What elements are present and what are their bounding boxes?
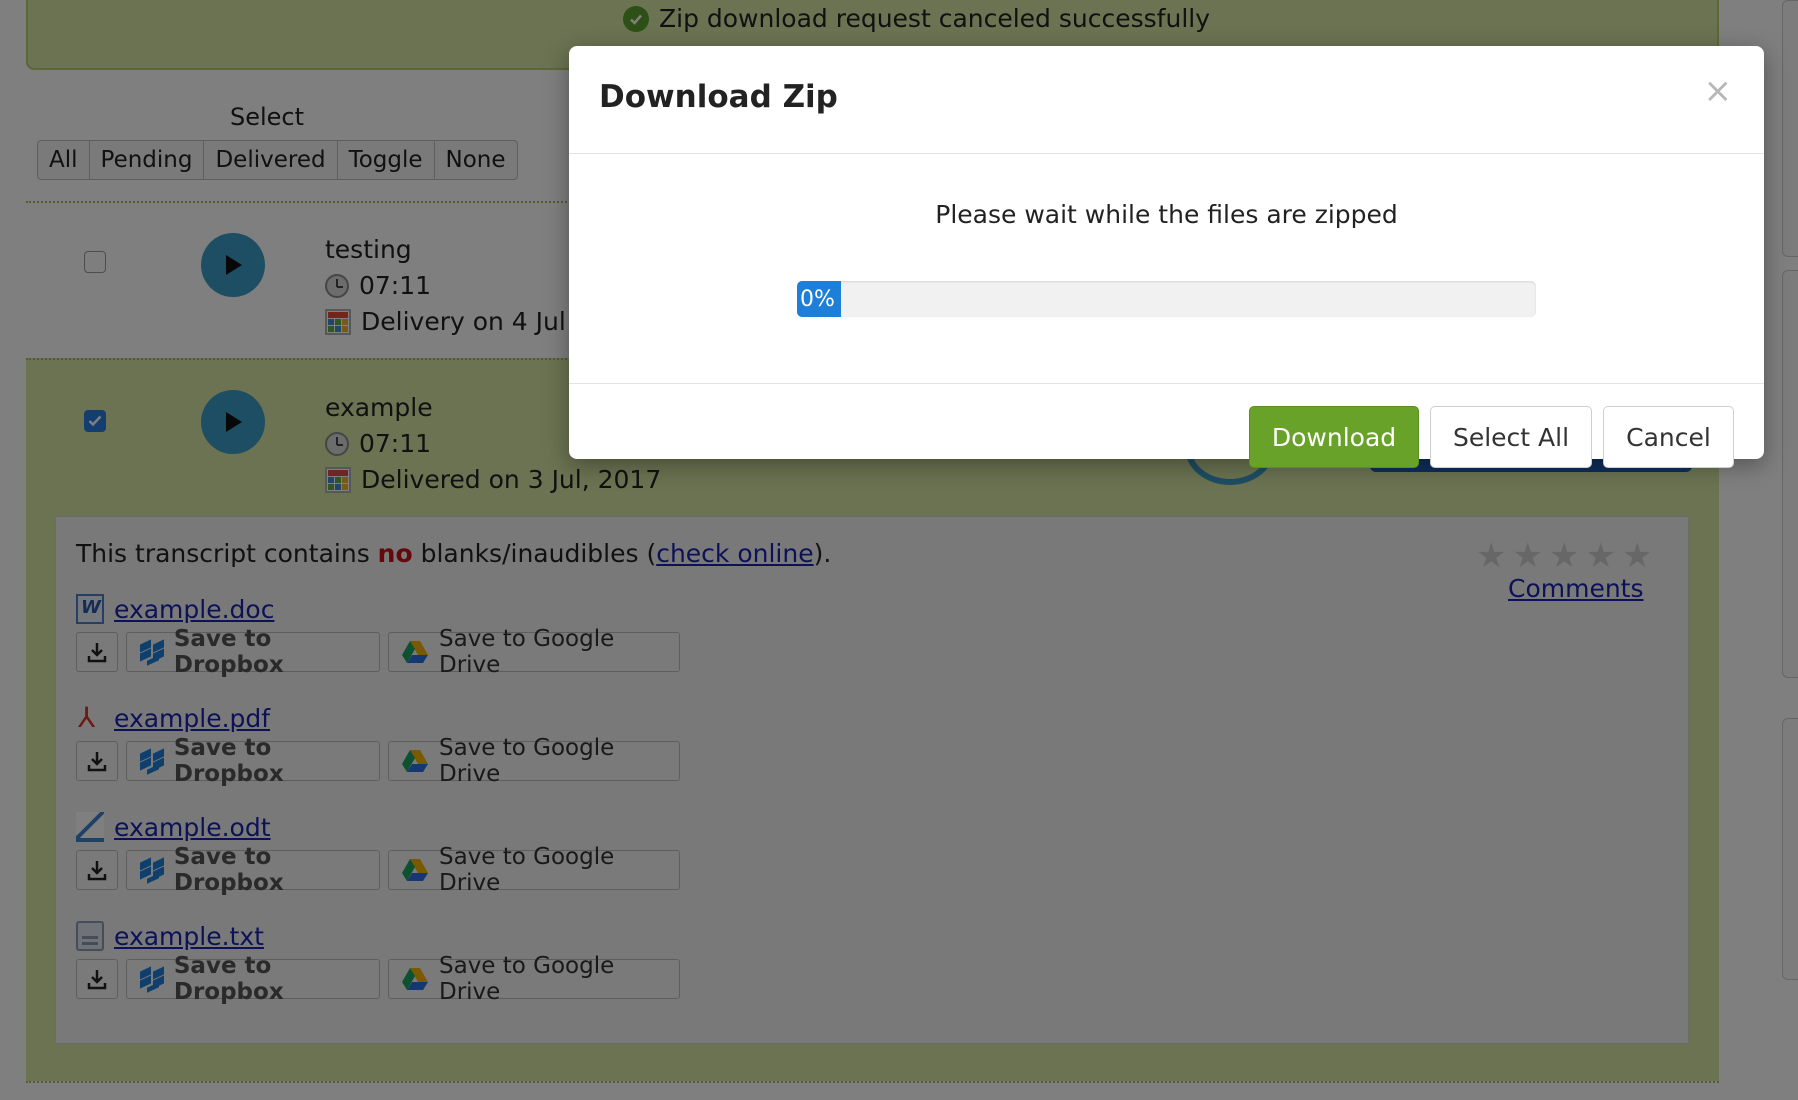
- page: Zip download request canceled successful…: [0, 0, 1798, 1100]
- progress-fill: 0%: [797, 281, 842, 317]
- modal-header: Download Zip ×: [569, 46, 1764, 154]
- select-all-files-button[interactable]: Select All: [1430, 406, 1592, 468]
- zip-progress-bar: 0%: [797, 281, 1536, 317]
- modal-title: Download Zip: [599, 79, 838, 115]
- cancel-button[interactable]: Cancel: [1603, 406, 1734, 468]
- modal-footer: Download Select All Cancel: [569, 384, 1764, 468]
- progress-label: 0%: [800, 286, 835, 312]
- download-zip-modal: Download Zip × Please wait while the fil…: [569, 46, 1764, 468]
- download-button[interactable]: Download: [1249, 406, 1419, 468]
- wait-message: Please wait while the files are zipped: [935, 200, 1398, 229]
- close-icon[interactable]: ×: [1704, 74, 1733, 108]
- modal-body: Please wait while the files are zipped 0…: [569, 153, 1764, 384]
